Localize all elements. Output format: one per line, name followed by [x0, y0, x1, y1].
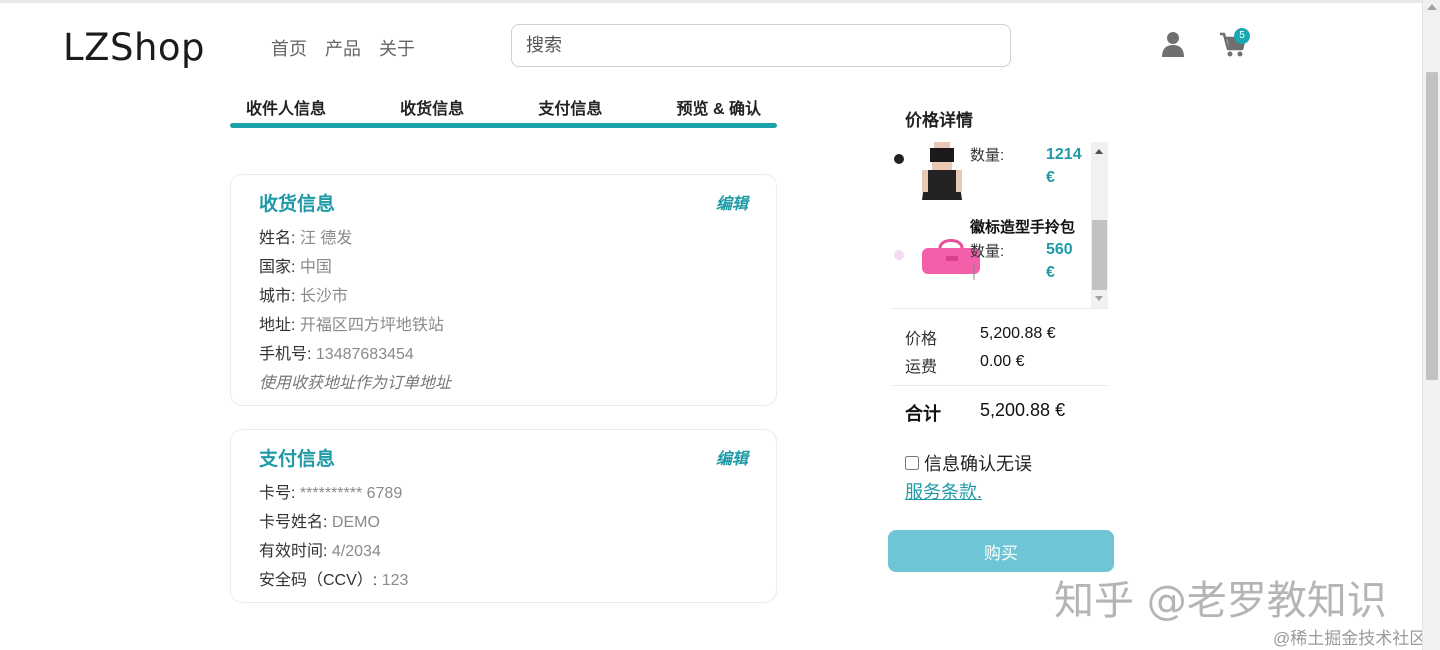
page-scroll-thumb[interactable]: [1426, 72, 1438, 380]
cart-count-badge: 5: [1234, 28, 1250, 44]
scroll-thumb[interactable]: [1092, 220, 1107, 290]
item-image-black-outfit: [922, 142, 962, 200]
subtotal-value: 5,200.88 €: [980, 325, 1056, 342]
shipping-row-phone: 手机号: 13487683454: [259, 346, 414, 363]
shipping-fee-label: 运费: [905, 359, 938, 376]
nav-about[interactable]: 关于: [379, 35, 415, 61]
scroll-up-arrow-icon[interactable]: [1095, 149, 1103, 154]
step-review[interactable]: 预览 & 确认: [677, 95, 761, 119]
payment-row-expiry: 有效时间: 4/2034: [259, 543, 381, 560]
main-nav: 首页 产品 关于: [271, 35, 415, 61]
confirm-checkbox-row[interactable]: 信息确认无误: [905, 450, 1032, 476]
item-name: 徽标造型手拎包: [970, 219, 1076, 236]
page-scrollbar[interactable]: [1422, 0, 1440, 650]
shipping-row-country: 国家: 中国: [259, 259, 332, 276]
checkout-steps: 收件人信息 收货信息 支付信息 预览 & 确认: [230, 95, 777, 119]
item-qty-label: 数量:: [970, 243, 1005, 260]
total-value: 5,200.88 €: [980, 400, 1066, 420]
payment-row-ccv: 安全码（CCV）: 123: [259, 572, 409, 589]
price-divider: [892, 385, 1108, 386]
payment-info-card: 支付信息 编辑 卡号: ********** 6789 卡号姓名: DEMO 有…: [230, 429, 777, 603]
user-icon[interactable]: [1162, 31, 1184, 57]
scroll-down-arrow-icon[interactable]: [1095, 296, 1103, 301]
shipping-note: 使用收获地址作为订单地址: [259, 375, 452, 392]
step-payment[interactable]: 支付信息: [538, 95, 602, 119]
shipping-row-address: 地址: 开福区四方坪地铁站: [259, 317, 444, 334]
site-logo[interactable]: LZShop: [63, 26, 205, 69]
payment-edit-link[interactable]: 编辑: [716, 445, 748, 469]
nav-home[interactable]: 首页: [271, 35, 307, 61]
shipping-edit-link[interactable]: 编辑: [716, 190, 748, 214]
shipping-row-city: 城市: 长沙市: [259, 288, 348, 305]
order-item: 徽标造型手拎包 数量: 560 €: [890, 216, 1090, 306]
order-items-list[interactable]: 数量: 1214 € 徽标造型手拎包 数量: 560 €: [890, 142, 1109, 309]
payment-row-card-name: 卡号姓名: DEMO: [259, 514, 380, 531]
total-label: 合计: [905, 404, 941, 424]
items-scrollbar[interactable]: [1091, 142, 1108, 308]
watermark-juejin: @稀土掘金技术社区: [1273, 629, 1427, 648]
search-input[interactable]: [511, 24, 1011, 67]
payment-title: 支付信息: [259, 449, 336, 470]
item-price: 560 €: [1046, 241, 1073, 281]
order-item: 数量: 1214 €: [890, 142, 1090, 212]
payment-row-card-number: 卡号: ********** 6789: [259, 485, 403, 502]
item-qty-label: 数量:: [970, 147, 1005, 164]
shipping-fee-value: 0.00 €: [980, 353, 1025, 370]
item-bullet: [894, 154, 904, 164]
subtotal-label: 价格: [905, 331, 938, 348]
terms-link[interactable]: 服务条款.: [905, 478, 982, 504]
steps-progress-bar: [230, 123, 777, 128]
price-details-title: 价格详情: [905, 111, 973, 130]
item-bullet: [894, 250, 904, 260]
top-border: [0, 0, 1422, 3]
shipping-row-name: 姓名: 汪 德发: [259, 230, 353, 247]
nav-products[interactable]: 产品: [325, 35, 361, 61]
buy-button[interactable]: 购买: [888, 530, 1114, 572]
step-recipient[interactable]: 收件人信息: [246, 95, 326, 119]
confirm-label: 信息确认无误: [924, 454, 1032, 474]
confirm-checkbox[interactable]: [905, 456, 919, 470]
page-scroll-up-icon[interactable]: [1427, 4, 1437, 10]
shipping-info-card: 收货信息 编辑 姓名: 汪 德发 国家: 中国 城市: 长沙市 地址: 开福区四…: [230, 174, 777, 406]
watermark-zhihu: 知乎 @老罗教知识: [1054, 578, 1387, 624]
step-shipping[interactable]: 收货信息: [400, 95, 464, 119]
shipping-title: 收货信息: [259, 194, 336, 215]
item-price: 1214 €: [1046, 146, 1082, 186]
